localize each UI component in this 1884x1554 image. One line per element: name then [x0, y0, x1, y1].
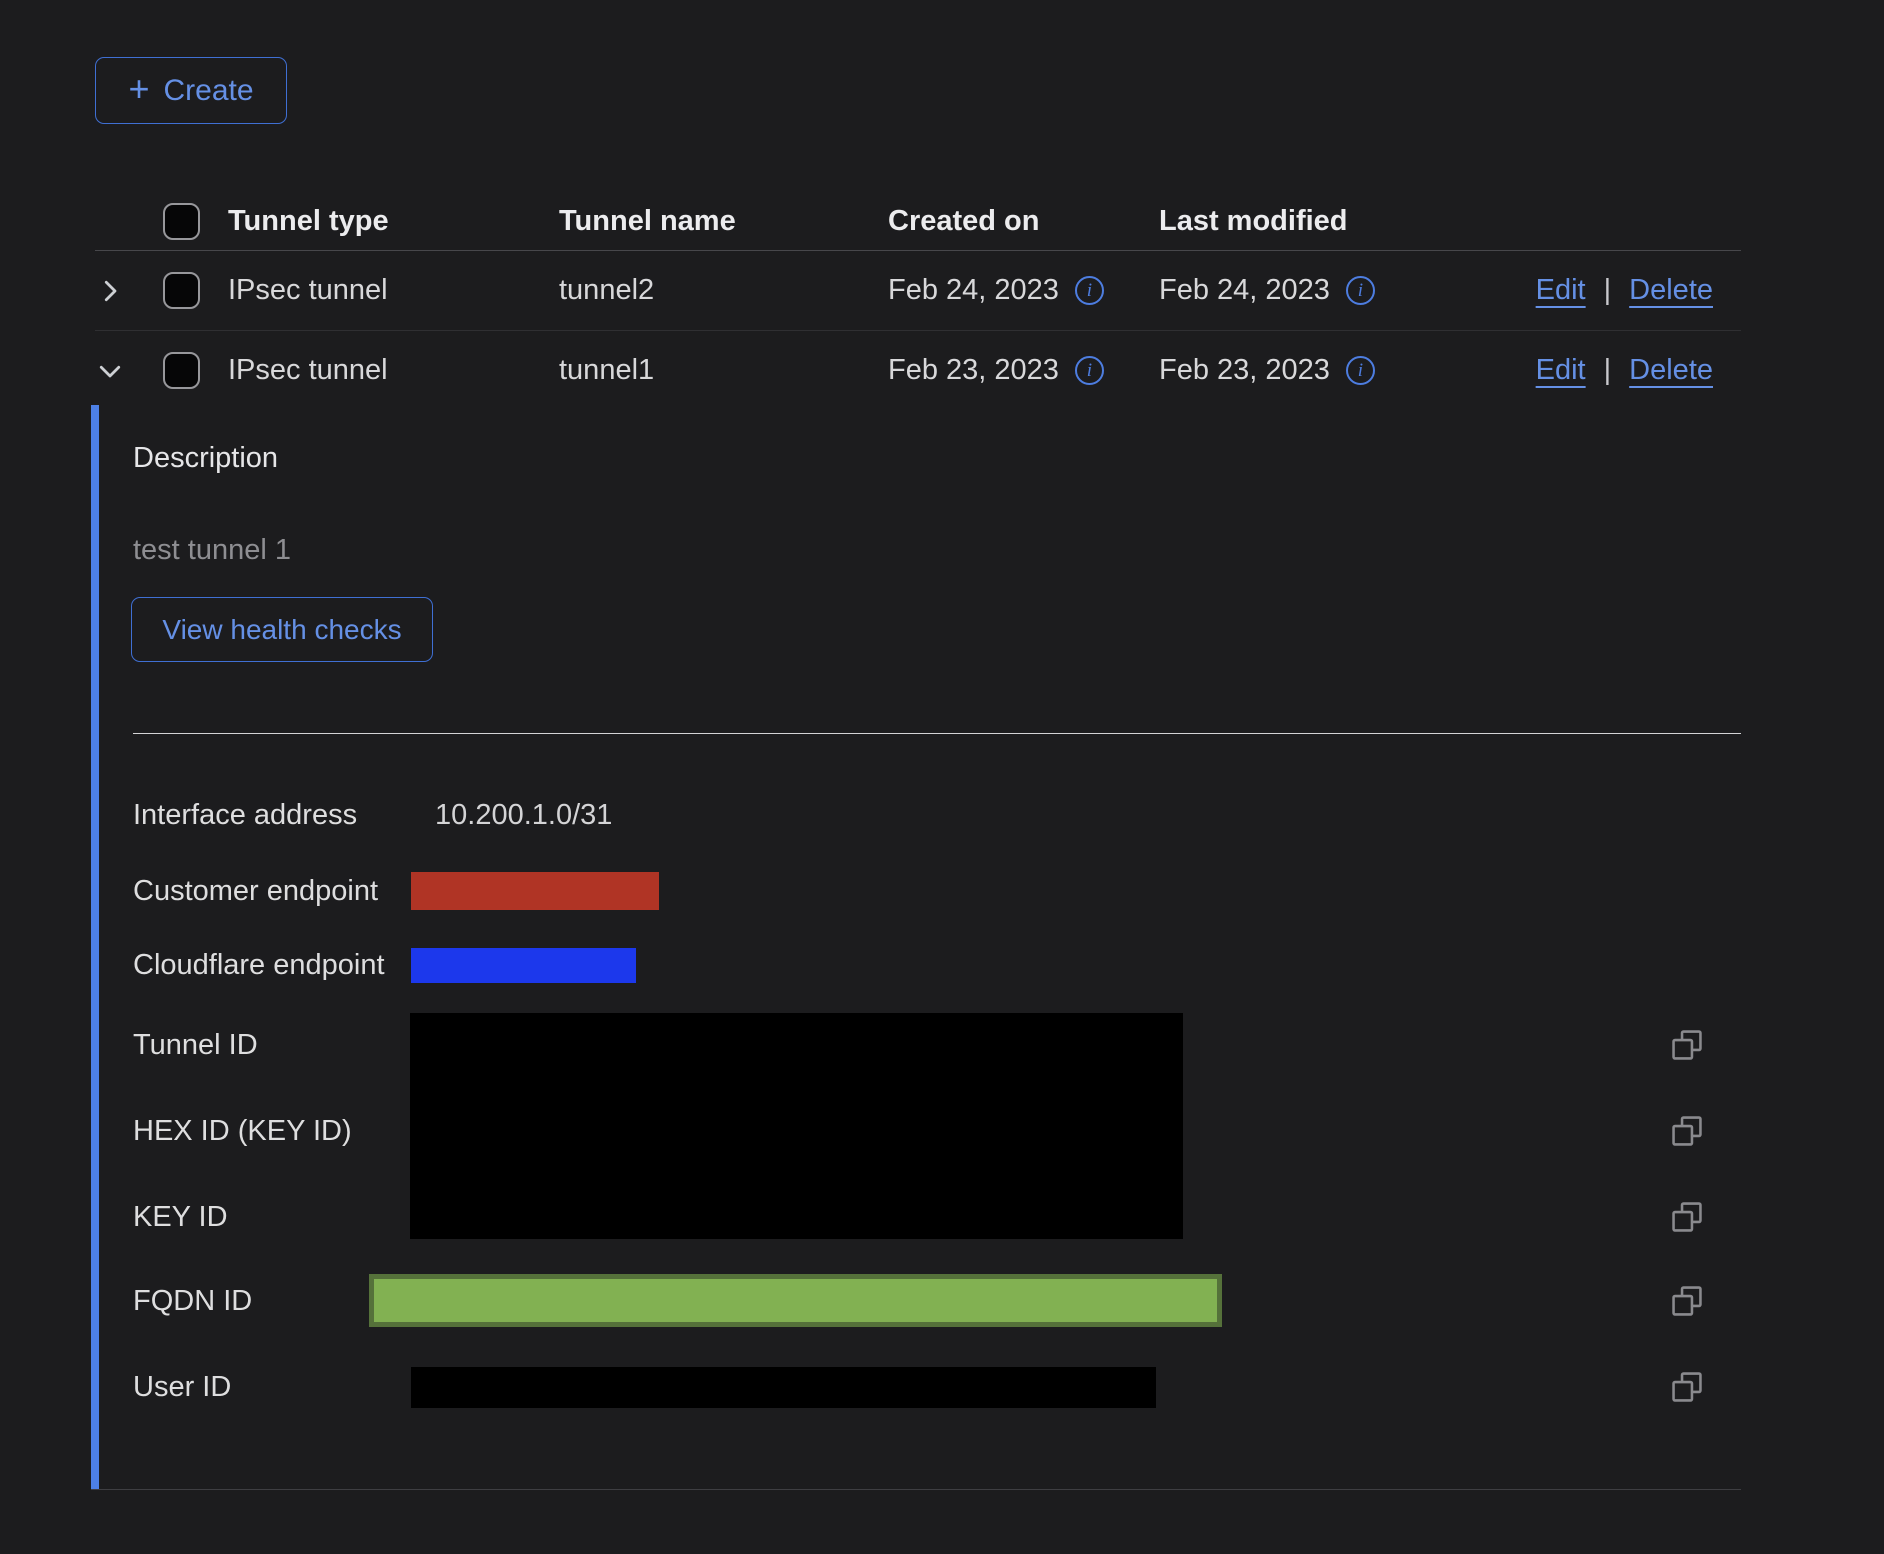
chevron-right-icon[interactable] [95, 276, 125, 306]
table-row-tunnel2: IPsec tunnel tunnel2 Feb 24, 2023 i Feb … [95, 251, 1741, 331]
info-icon[interactable]: i [1346, 356, 1375, 385]
column-header-tunnel-type: Tunnel type [228, 205, 559, 238]
copy-icon[interactable] [1670, 1284, 1704, 1318]
tunnel-id-label: Tunnel ID [133, 1028, 258, 1062]
ipsec-tunnels-page: + Create Tunnel type Tunnel name Created… [0, 0, 1884, 1554]
column-header-tunnel-name: Tunnel name [559, 205, 888, 238]
info-icon[interactable]: i [1075, 276, 1104, 305]
user-id-label: User ID [133, 1370, 231, 1404]
interface-address-label: Interface address [133, 798, 357, 832]
tunnel-detail-panel: Description test tunnel 1 View health ch… [91, 405, 1741, 1490]
created-on-cell: Feb 23, 2023 [888, 354, 1059, 387]
chevron-down-icon[interactable] [95, 356, 125, 386]
delete-link[interactable]: Delete [1629, 274, 1713, 307]
cloudflare-endpoint-redacted-value [411, 948, 636, 983]
select-all-checkbox[interactable] [163, 203, 200, 240]
delete-link[interactable]: Delete [1629, 354, 1713, 387]
last-modified-cell: Feb 23, 2023 [1159, 354, 1330, 387]
row-checkbox[interactable] [163, 352, 200, 389]
fqdn-id-label: FQDN ID [133, 1284, 252, 1318]
ids-redacted-value-block [410, 1013, 1183, 1239]
created-on-cell: Feb 24, 2023 [888, 274, 1059, 307]
tunnels-table: Tunnel type Tunnel name Created on Last … [95, 192, 1741, 410]
hex-id-label: HEX ID (KEY ID) [133, 1114, 352, 1148]
tunnel-type-cell: IPsec tunnel [228, 274, 559, 307]
tunnel-name-cell: tunnel1 [559, 354, 888, 387]
info-icon[interactable]: i [1346, 276, 1375, 305]
table-header-row: Tunnel type Tunnel name Created on Last … [95, 192, 1741, 251]
copy-icon[interactable] [1670, 1114, 1704, 1148]
view-health-checks-button[interactable]: View health checks [131, 597, 433, 662]
create-button[interactable]: + Create [95, 57, 287, 124]
section-divider [133, 733, 1741, 734]
column-header-last-modified: Last modified [1159, 205, 1450, 238]
action-separator: | [1604, 354, 1612, 387]
action-separator: | [1604, 274, 1612, 307]
copy-icon[interactable] [1670, 1200, 1704, 1234]
table-row-tunnel1: IPsec tunnel tunnel1 Feb 23, 2023 i Feb … [95, 331, 1741, 410]
description-text: test tunnel 1 [133, 533, 291, 567]
last-modified-cell: Feb 24, 2023 [1159, 274, 1330, 307]
copy-icon[interactable] [1670, 1028, 1704, 1062]
key-id-label: KEY ID [133, 1200, 228, 1234]
plus-icon: + [128, 71, 149, 107]
tunnel-name-cell: tunnel2 [559, 274, 888, 307]
customer-endpoint-redacted-value [411, 872, 659, 910]
column-header-created-on: Created on [888, 205, 1159, 238]
customer-endpoint-label: Customer endpoint [133, 874, 378, 908]
row-checkbox[interactable] [163, 272, 200, 309]
interface-address-value: 10.200.1.0/31 [435, 798, 612, 832]
tunnel-type-cell: IPsec tunnel [228, 354, 559, 387]
edit-link[interactable]: Edit [1536, 354, 1586, 387]
user-id-redacted-value [411, 1367, 1156, 1408]
create-button-label: Create [163, 74, 253, 108]
copy-icon[interactable] [1670, 1370, 1704, 1404]
description-label: Description [133, 441, 278, 475]
fqdn-id-redacted-value [369, 1274, 1222, 1327]
edit-link[interactable]: Edit [1536, 274, 1586, 307]
expanded-row-indicator-bar [91, 405, 99, 1489]
cloudflare-endpoint-label: Cloudflare endpoint [133, 948, 385, 982]
info-icon[interactable]: i [1075, 356, 1104, 385]
